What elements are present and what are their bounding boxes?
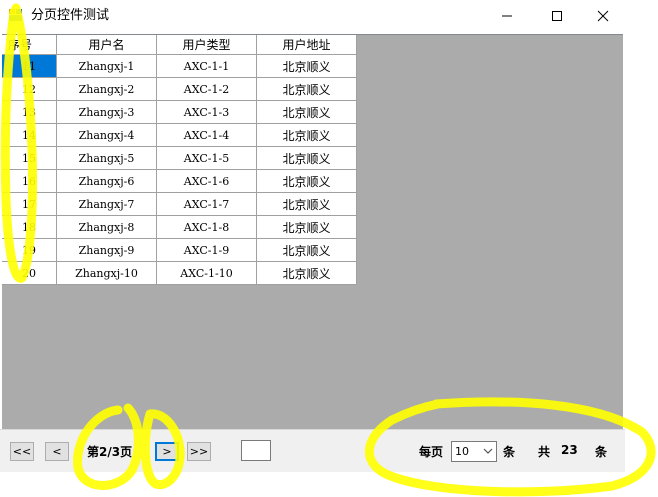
cell-index[interactable]: 17 <box>2 192 57 216</box>
cell-username[interactable]: Zhangxj-3 <box>56 100 157 124</box>
window-title: 分页控件测试 <box>31 8 110 23</box>
total-unit: 条 <box>595 445 608 459</box>
cell-index[interactable]: 11 <box>2 54 57 78</box>
first-page-button[interactable]: << <box>10 442 34 461</box>
cell-address[interactable]: 北京顺义 <box>256 215 357 239</box>
cell-index[interactable]: 14 <box>2 123 57 147</box>
table-row[interactable]: 11 Zhangxj-1 AXC-1-1 北京顺义 <box>2 54 357 78</box>
cell-usertype[interactable]: AXC-1-4 <box>156 123 257 147</box>
cell-username[interactable]: Zhangxj-8 <box>56 215 157 239</box>
table-row[interactable]: 20 Zhangxj-10 AXC-1-10 北京顺义 <box>2 261 357 285</box>
table-row[interactable]: 16 Zhangxj-6 AXC-1-6 北京顺义 <box>2 169 357 193</box>
column-header-index[interactable]: 序号 <box>2 35 57 55</box>
per-page-value: 10 <box>455 445 469 458</box>
cell-username[interactable]: Zhangxj-5 <box>56 146 157 170</box>
cell-index[interactable]: 16 <box>2 169 57 193</box>
close-icon <box>597 10 609 22</box>
cell-usertype[interactable]: AXC-1-2 <box>156 77 257 101</box>
column-header-address[interactable]: 用户地址 <box>256 35 357 55</box>
table-row[interactable]: 17 Zhangxj-7 AXC-1-7 北京顺义 <box>2 192 357 216</box>
cell-index[interactable]: 20 <box>2 261 57 285</box>
page-info-label: 第2/3页 <box>87 445 133 459</box>
cell-index[interactable]: 18 <box>2 215 57 239</box>
cell-username[interactable]: Zhangxj-10 <box>56 261 157 285</box>
cell-username[interactable]: Zhangxj-4 <box>56 123 157 147</box>
jump-page-input[interactable] <box>241 440 271 461</box>
prev-page-button[interactable]: < <box>45 442 69 461</box>
cell-username[interactable]: Zhangxj-7 <box>56 192 157 216</box>
maximize-button[interactable] <box>534 0 580 32</box>
cell-index[interactable]: 19 <box>2 238 57 262</box>
cell-address[interactable]: 北京顺义 <box>256 169 357 193</box>
data-grid[interactable]: 序号 用户名 用户类型 用户地址 11 Zhangxj-1 AXC-1-1 北京顺义 1… <box>2 34 623 429</box>
per-page-select[interactable]: 10 <box>451 441 497 462</box>
table-row[interactable]: 13 Zhangxj-3 AXC-1-3 北京顺义 <box>2 100 357 124</box>
cell-usertype[interactable]: AXC-1-1 <box>156 54 257 78</box>
table-row[interactable]: 19 Zhangxj-9 AXC-1-9 北京顺义 <box>2 238 357 262</box>
cell-address[interactable]: 北京顺义 <box>256 192 357 216</box>
total-label: 共 <box>538 445 551 459</box>
column-header-usertype[interactable]: 用户类型 <box>156 35 257 55</box>
cell-usertype[interactable]: AXC-1-7 <box>156 192 257 216</box>
minimize-button[interactable] <box>484 0 530 32</box>
per-page-unit: 条 <box>503 445 516 459</box>
cell-username[interactable]: Zhangxj-2 <box>56 77 157 101</box>
cell-address[interactable]: 北京顺义 <box>256 123 357 147</box>
table-row[interactable]: 12 Zhangxj-2 AXC-1-2 北京顺义 <box>2 77 357 101</box>
minimize-icon <box>502 15 512 17</box>
cell-usertype[interactable]: AXC-1-6 <box>156 169 257 193</box>
cell-username[interactable]: Zhangxj-1 <box>56 54 157 78</box>
per-page-label: 每页 <box>419 445 444 459</box>
app-window: 分页控件测试 序号 用户名 用户类型 用户地址 11 Zhangxj-1 AXC-1… <box>0 0 658 497</box>
table-row[interactable]: 14 Zhangxj-4 AXC-1-4 北京顺义 <box>2 123 357 147</box>
cell-usertype[interactable]: AXC-1-8 <box>156 215 257 239</box>
cell-index[interactable]: 13 <box>2 100 57 124</box>
table-row[interactable]: 15 Zhangxj-5 AXC-1-5 北京顺义 <box>2 146 357 170</box>
close-button[interactable] <box>580 0 626 32</box>
cell-index[interactable]: 15 <box>2 146 57 170</box>
chevron-down-icon <box>483 448 493 454</box>
cell-address[interactable]: 北京顺义 <box>256 100 357 124</box>
cell-usertype[interactable]: AXC-1-5 <box>156 146 257 170</box>
cell-address[interactable]: 北京顺义 <box>256 54 357 78</box>
pager-bar: << < 第2/3页 > >> 每页 10 条 共 23 条 <box>0 429 625 472</box>
total-count: 23 <box>561 443 578 457</box>
cell-address[interactable]: 北京顺义 <box>256 146 357 170</box>
cell-usertype[interactable]: AXC-1-10 <box>156 261 257 285</box>
next-page-button[interactable]: > <box>155 442 179 461</box>
cell-index[interactable]: 12 <box>2 77 57 101</box>
cell-usertype[interactable]: AXC-1-9 <box>156 238 257 262</box>
grid-header-row: 序号 用户名 用户类型 用户地址 <box>2 35 357 55</box>
cell-address[interactable]: 北京顺义 <box>256 238 357 262</box>
title-bar[interactable]: 分页控件测试 <box>0 0 658 32</box>
column-header-username[interactable]: 用户名 <box>56 35 157 55</box>
cell-usertype[interactable]: AXC-1-3 <box>156 100 257 124</box>
cell-username[interactable]: Zhangxj-6 <box>56 169 157 193</box>
cell-address[interactable]: 北京顺义 <box>256 77 357 101</box>
last-page-button[interactable]: >> <box>187 442 211 461</box>
app-icon <box>9 9 23 22</box>
cell-address[interactable]: 北京顺义 <box>256 261 357 285</box>
cell-username[interactable]: Zhangxj-9 <box>56 238 157 262</box>
maximize-icon <box>552 11 562 21</box>
data-grid-table: 序号 用户名 用户类型 用户地址 11 Zhangxj-1 AXC-1-1 北京顺义 1… <box>2 35 357 285</box>
table-row[interactable]: 18 Zhangxj-8 AXC-1-8 北京顺义 <box>2 215 357 239</box>
